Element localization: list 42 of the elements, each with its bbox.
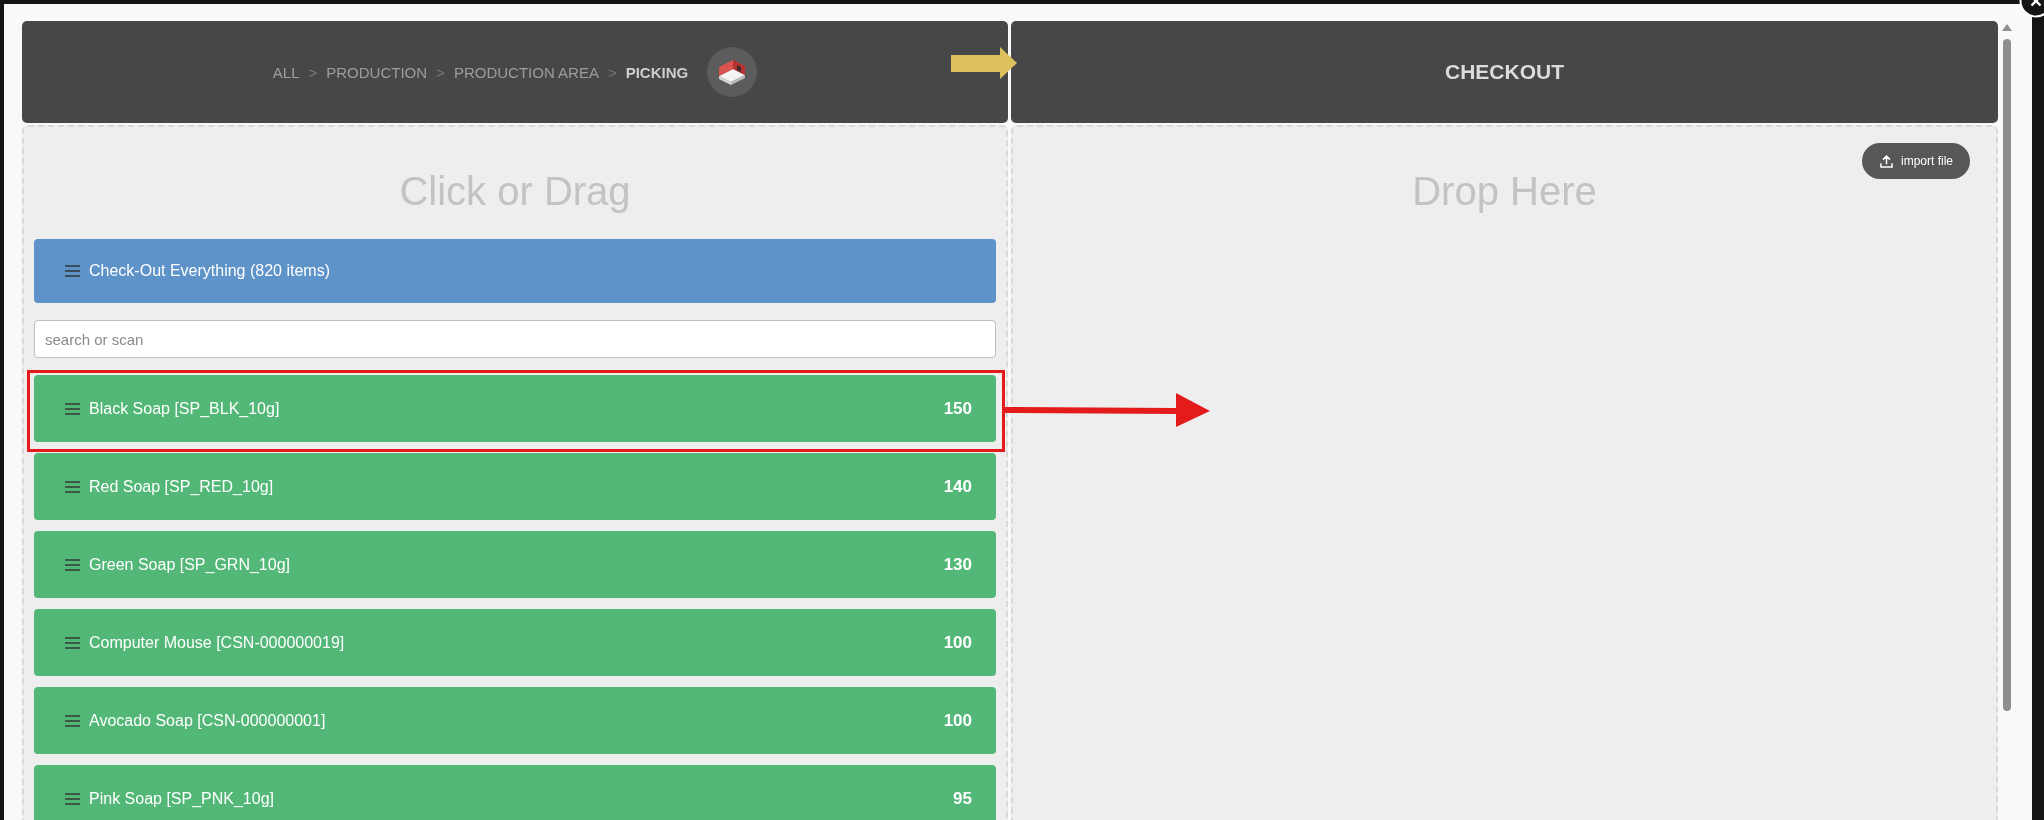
drag-handle-icon xyxy=(65,558,80,571)
item-row[interactable]: Computer Mouse [CSN-000000019] 100 xyxy=(34,609,996,676)
item-quantity: 100 xyxy=(943,632,972,653)
room-icon xyxy=(707,47,758,97)
item-quantity: 150 xyxy=(943,398,972,419)
item-name: Computer Mouse [CSN-000000019] xyxy=(89,633,346,652)
drag-handle-icon xyxy=(65,402,80,415)
item-name: Avocado Soap [CSN-000000001] xyxy=(89,711,327,730)
scroll-up-arrow-icon[interactable] xyxy=(2002,24,2012,31)
scrollbar-thumb[interactable] xyxy=(2003,39,2011,711)
item-row[interactable]: Green Soap [SP_GRN_10g] 130 xyxy=(34,531,996,598)
checkout-title: CHECKOUT xyxy=(1445,60,1564,84)
search-field[interactable]: search or scan xyxy=(34,320,996,358)
item-row[interactable]: Black Soap [SP_BLK_10g] 150 xyxy=(34,375,996,442)
breadcrumb-separator: > xyxy=(308,63,318,81)
item-row[interactable]: Pink Soap [SP_PNK_10g] 95 xyxy=(34,765,996,820)
item-quantity: 140 xyxy=(943,476,972,497)
breadcrumb-link[interactable]: PICKING xyxy=(625,63,689,81)
item-row[interactable]: Avocado Soap [CSN-000000001] 100 xyxy=(34,687,996,754)
drag-handle-icon xyxy=(65,265,80,277)
item-quantity: 95 xyxy=(953,788,972,809)
breadcrumb-link[interactable]: ALL xyxy=(272,63,300,81)
drag-handle-icon xyxy=(65,480,80,493)
breadcrumb-link[interactable]: PRODUCTION AREA xyxy=(453,63,599,81)
drag-handle-icon xyxy=(65,792,80,805)
check-out-all-button[interactable]: Check-Out Everything (820 items) xyxy=(34,239,996,303)
breadcrumb-separator: > xyxy=(607,63,617,81)
item-name: Red Soap [SP_RED_10g] xyxy=(89,477,275,496)
item-quantity: 100 xyxy=(943,710,972,731)
item-quantity: 130 xyxy=(943,554,972,575)
item-name: Pink Soap [SP_PNK_10g] xyxy=(89,789,275,808)
drag-handle-icon xyxy=(65,714,80,727)
item-name: Black Soap [SP_BLK_10g] xyxy=(89,399,281,418)
close-button[interactable] xyxy=(2017,0,2044,18)
item-name: Green Soap [SP_GRN_10g] xyxy=(89,555,291,574)
import-file-button[interactable]: import file xyxy=(1862,143,1970,179)
drag-handle-icon xyxy=(65,636,80,649)
right-arrow-icon xyxy=(951,47,1017,79)
item-row[interactable]: Red Soap [SP_RED_10g] 140 xyxy=(34,453,996,520)
breadcrumb-link[interactable]: PRODUCTION xyxy=(326,63,428,81)
breadcrumb-separator: > xyxy=(436,63,445,81)
upload-icon xyxy=(1880,154,1893,168)
